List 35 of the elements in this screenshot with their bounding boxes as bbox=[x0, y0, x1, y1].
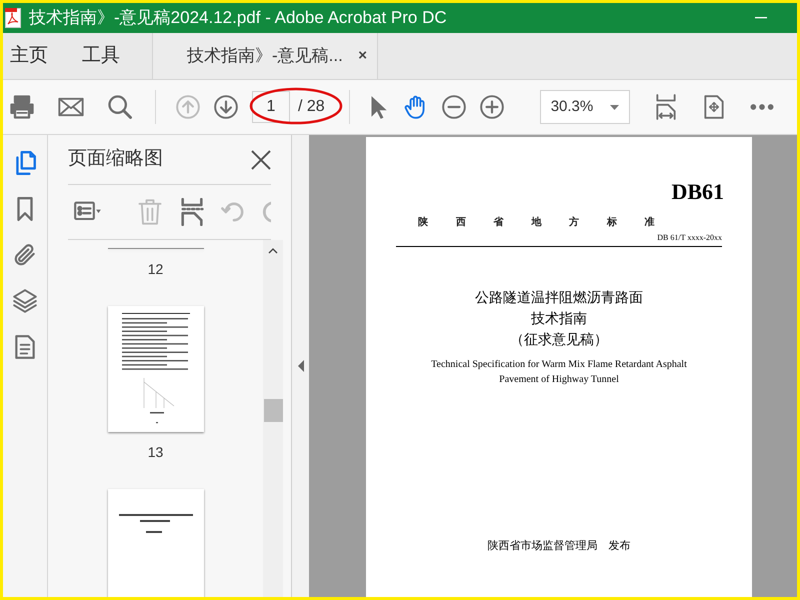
nav-tab[interactable]: 工具 bbox=[80, 42, 122, 70]
page-label: 12 bbox=[148, 260, 164, 279]
tab-label: 技术指南》-意见稿... bbox=[187, 45, 343, 68]
page-thumbnail[interactable] bbox=[108, 306, 204, 432]
minimize-icon[interactable] bbox=[755, 17, 767, 19]
standard-number: DB 61/T xxxx-20xx bbox=[657, 232, 722, 244]
pdf-file-icon bbox=[5, 8, 21, 28]
document-title: （征求意见稿） bbox=[510, 330, 608, 349]
page-thumbnail[interactable] bbox=[108, 489, 204, 597]
zoom-value: 30.3% bbox=[550, 96, 594, 117]
zoom-out-icon[interactable] bbox=[440, 94, 467, 120]
window-title: 技术指南》-意见稿2024.12.pdf - Adobe Acrobat Pro DC bbox=[29, 7, 447, 30]
close-tab-button[interactable]: × bbox=[358, 44, 367, 68]
scroll-thumb[interactable] bbox=[264, 399, 282, 422]
paperclip-icon[interactable] bbox=[12, 242, 38, 268]
scroll-up-icon[interactable] bbox=[268, 248, 278, 254]
issuer-text: 陕西省市场监督管理局 发布 bbox=[488, 538, 630, 554]
page-label: 13 bbox=[148, 443, 164, 462]
collapse-panel-icon[interactable] bbox=[298, 360, 304, 372]
print-icon[interactable] bbox=[8, 93, 36, 121]
english-title: Pavement of Highway Tunnel bbox=[499, 373, 619, 387]
layers-icon[interactable] bbox=[12, 288, 38, 314]
document-title: 技术指南 bbox=[531, 309, 587, 328]
close-icon[interactable] bbox=[251, 150, 271, 170]
caret-icon bbox=[610, 104, 619, 110]
standard-category: 陕 西 省 地 方 标 准 bbox=[418, 215, 656, 230]
panel-title: 页面缩略图 bbox=[68, 147, 163, 172]
document-title: 公路隧道温拌阻燃沥青路面 bbox=[475, 288, 643, 307]
standard-code: DB61 bbox=[671, 181, 724, 203]
zoom-in-icon[interactable] bbox=[478, 94, 505, 120]
nav-tab[interactable]: 主页 bbox=[8, 42, 50, 70]
page-count: / 28 bbox=[298, 97, 325, 117]
english-title: Technical Specification for Warm Mix Flame Retardant Asphalt bbox=[431, 358, 687, 372]
zoom-dropdown[interactable]: 30.3% bbox=[540, 90, 630, 124]
search-icon[interactable] bbox=[106, 93, 134, 121]
